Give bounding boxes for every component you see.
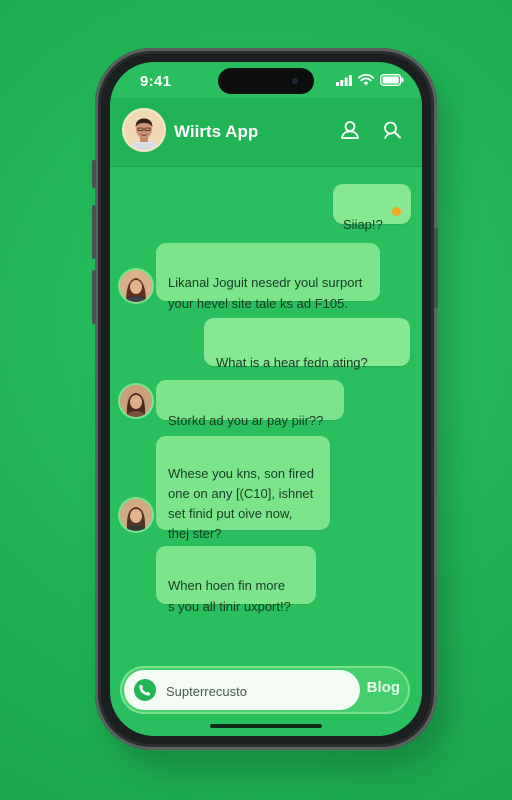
sender-avatar — [120, 385, 152, 417]
home-indicator[interactable] — [210, 724, 322, 728]
status-bar: 9:41 — [110, 62, 422, 98]
message-bubble-incoming[interactable]: Storkd ad you ar pay piir?? — [156, 380, 344, 428]
message-text: Siiap!? — [343, 217, 383, 232]
message-text: When hoen fin more s you all tinir uxpor… — [168, 578, 291, 614]
message-bubble-incoming[interactable]: Likanal Joguit nesedr youl surport your … — [156, 243, 380, 311]
power-button — [434, 228, 438, 308]
call-button[interactable] — [134, 679, 156, 701]
contact-button[interactable] — [336, 116, 364, 144]
battery-icon — [380, 74, 404, 86]
phone-icon — [139, 684, 151, 696]
message-text: Storkd ad you ar pay piir?? — [168, 413, 324, 428]
profile-avatar[interactable] — [124, 110, 164, 150]
chat-header: Wiirts App — [110, 98, 422, 167]
dynamic-island — [218, 68, 314, 94]
person-avatar-icon — [124, 110, 164, 150]
message-text: Likanal Joguit nesedr youl surport your … — [168, 275, 363, 311]
front-camera-icon — [290, 76, 300, 86]
contact-icon — [341, 121, 359, 139]
message-text: Whese you kns, son fired one on any [(C1… — [168, 466, 314, 541]
wifi-icon — [358, 74, 374, 86]
composer-input-wrapper[interactable] — [124, 670, 360, 710]
message-bubble-incoming[interactable]: Whese you kns, son fired one on any [(C1… — [156, 436, 330, 541]
search-button[interactable] — [378, 116, 406, 144]
message-bubble-incoming[interactable]: When hoen fin more s you all tinir uxpor… — [156, 546, 316, 614]
status-time: 9:41 — [140, 73, 172, 90]
phone-screen: 9:41 Wiirts App Siiap!? Likanal Joguit n… — [110, 62, 422, 736]
message-input[interactable] — [164, 680, 354, 702]
search-icon — [384, 121, 401, 139]
send-button[interactable]: Blog — [367, 679, 400, 696]
page-background: 9:41 Wiirts App Siiap!? Likanal Joguit n… — [0, 0, 512, 800]
sender-avatar — [120, 499, 152, 531]
composer-bar: Blog — [120, 666, 410, 714]
message-bubble-outgoing[interactable]: Siiap!? — [333, 184, 411, 232]
volume-down-button-2 — [92, 270, 96, 324]
message-bubble-outgoing[interactable]: What is a hear fedn ating? — [204, 318, 410, 370]
emoji-icon — [392, 207, 401, 216]
volume-up-button — [92, 160, 96, 188]
person-avatar-icon — [120, 385, 152, 417]
signal-icon — [336, 74, 352, 86]
person-avatar-icon — [120, 499, 152, 531]
message-text: What is a hear fedn ating? — [216, 355, 368, 370]
sender-avatar — [120, 270, 152, 302]
status-icons — [336, 74, 404, 86]
message-list: Siiap!? Likanal Joguit nesedr youl surpo… — [110, 166, 422, 656]
app-title: Wiirts App — [174, 122, 259, 141]
person-avatar-icon — [120, 270, 152, 302]
volume-down-button — [92, 205, 96, 259]
